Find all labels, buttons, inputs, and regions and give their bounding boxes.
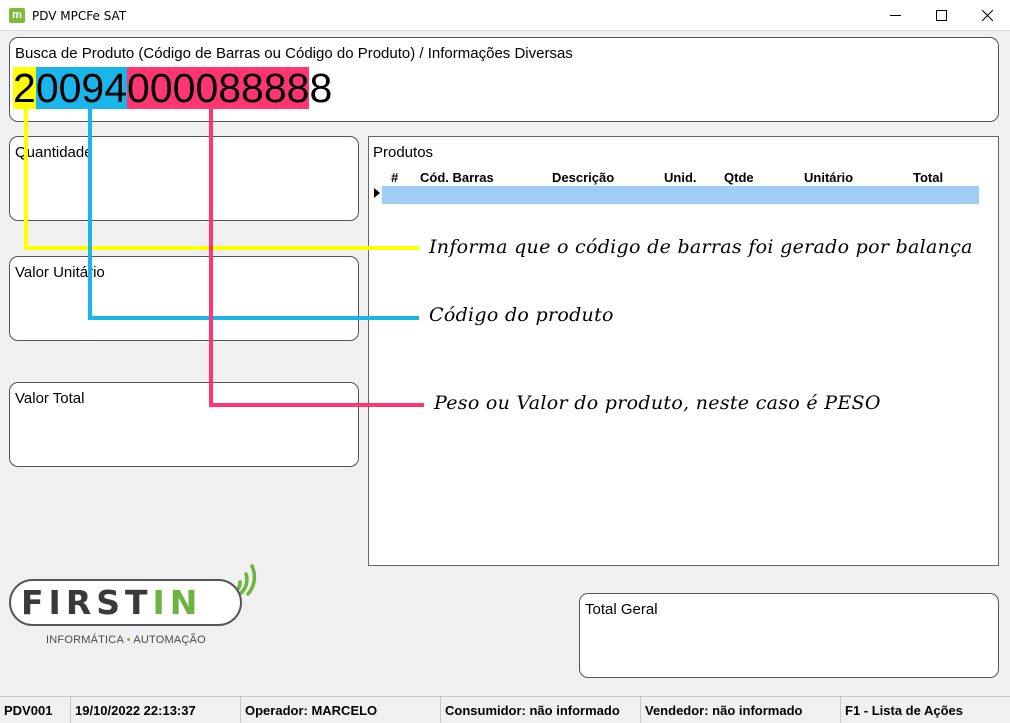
- logo-tagline: INFORMÁTICA • AUTOMAÇÃO: [46, 634, 206, 646]
- annotation-scale-text: Informa que o código de barras foi gerad…: [429, 236, 973, 258]
- status-seller: Vendedor: não informado: [640, 697, 802, 723]
- status-bar: PDV001 19/10/2022 22:13:37 Operador: MAR…: [0, 696, 1010, 723]
- logo-wordmark: FIRSTIN: [21, 583, 203, 622]
- annotation-line-scale: [24, 109, 419, 250]
- status-datetime: 19/10/2022 22:13:37: [70, 697, 196, 723]
- annotation-weight-text: Peso ou Valor do produto, neste caso é P…: [434, 392, 881, 414]
- status-operator: Operador: MARCELO: [240, 697, 377, 723]
- annotation-line-weight: [209, 109, 424, 407]
- status-help[interactable]: F1 - Lista de Ações: [840, 697, 963, 723]
- status-consumer: Consumidor: não informado: [440, 697, 620, 723]
- status-pdv: PDV001: [4, 703, 53, 718]
- annotation-line-product-code: [88, 109, 419, 320]
- firstin-logo: FIRSTIN INFORMÁTICA • AUTOMAÇÃO: [9, 560, 264, 655]
- annotation-product-code-text: Código do produto: [429, 304, 614, 326]
